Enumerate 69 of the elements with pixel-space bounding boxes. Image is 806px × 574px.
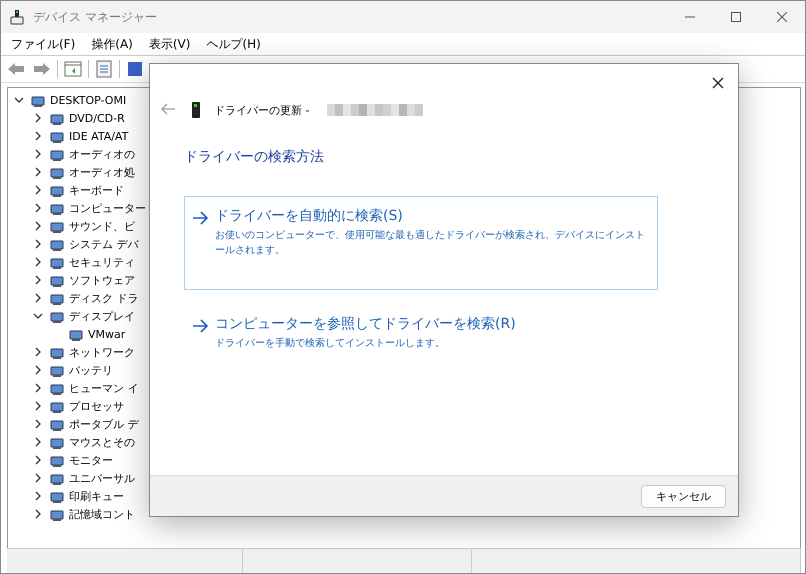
app-icon (9, 9, 25, 25)
tree-item[interactable]: ディスプレイ (69, 308, 135, 324)
tree-item[interactable]: 記憶域コント (69, 506, 135, 522)
option-description: ドライバーを手動で検索してインストールします。 (215, 337, 446, 351)
device-icon (50, 420, 64, 431)
tree-item[interactable]: マウスとその (69, 434, 135, 450)
tree-item[interactable]: ディスク ドラ (69, 290, 138, 306)
device-icon (50, 312, 64, 323)
tree-item[interactable]: モニター (69, 452, 113, 468)
tree-item[interactable]: VMwar (88, 328, 126, 340)
device-icon (50, 474, 64, 485)
menu-item[interactable]: ヘルプ(H) (200, 34, 267, 54)
device-icon (50, 114, 64, 125)
device-icon (50, 438, 64, 449)
tree-item[interactable]: DVD/CD-R (69, 112, 125, 124)
search-option[interactable]: コンピューターを参照してドライバーを検索(R) ドライバーを手動で検索してインストールします。 (184, 304, 658, 360)
tree-item[interactable]: プロセッサ (69, 398, 124, 414)
option-description: お使いのコンピューターで、使用可能な最も適したドライバーが検索され、デバイスにインストールされます。 (215, 229, 646, 258)
device-icon (50, 258, 64, 269)
tree-item[interactable]: ネットワーク (69, 344, 135, 360)
arrow-icon (191, 317, 209, 335)
tree-item[interactable]: システム デバ (69, 236, 138, 252)
tree-item[interactable]: ポータブル デ (69, 416, 138, 432)
device-icon (32, 96, 44, 107)
menu-item[interactable]: 表示(V) (142, 34, 196, 54)
device-icon (50, 186, 64, 197)
tree-item[interactable]: オーディオの (69, 146, 135, 162)
device-icon (50, 492, 64, 503)
tree-item[interactable]: ヒューマン イ (69, 380, 138, 396)
device-icon (70, 330, 82, 341)
device-icon (50, 348, 64, 359)
tree-item[interactable]: サウンド、ビ (69, 218, 135, 234)
tree-item[interactable]: キーボード (69, 182, 124, 198)
search-option[interactable]: ドライバーを自動的に検索(S) お使いのコンピューターで、使用可能な最も適したドライバーが検索され、デバイスにインストールされます。 (184, 196, 658, 290)
tree-item[interactable]: DESKTOP-OMI (50, 94, 126, 106)
device-icon (50, 294, 64, 305)
device-icon (50, 132, 64, 143)
tree-item[interactable]: オーディオ処 (69, 164, 135, 180)
dialog-title: ドライバーの更新 - (214, 102, 310, 118)
dialog-heading: ドライバーの検索方法 (184, 148, 325, 166)
device-icon (50, 366, 64, 377)
cancel-button[interactable]: キャンセル (641, 484, 726, 508)
tree-item[interactable]: セキュリティ (69, 254, 135, 270)
tree-item[interactable]: コンピューター (69, 200, 146, 216)
device-icon (50, 456, 64, 467)
option-title: コンピューターを参照してドライバーを検索(R) (215, 315, 516, 333)
window-title: デバイス マネージャー (33, 8, 157, 26)
device-icon (50, 222, 64, 233)
arrow-icon (191, 209, 209, 227)
tree-item[interactable]: バッテリ (69, 362, 113, 378)
option-title: ドライバーを自動的に検索(S) (215, 207, 404, 225)
maximize-icon (731, 12, 741, 22)
close-icon (777, 12, 787, 22)
device-icon (50, 204, 64, 215)
menu-item[interactable]: 操作(A) (85, 34, 139, 54)
device-icon (50, 168, 64, 179)
device-icon (50, 240, 64, 251)
device-icon (50, 384, 64, 395)
device-icon (50, 402, 64, 413)
device-icon (50, 150, 64, 161)
tree-item[interactable]: ソフトウェア (69, 272, 135, 288)
tree-item[interactable]: ユニバーサル (69, 470, 135, 486)
tree-item[interactable]: IDE ATA/AT (69, 130, 128, 142)
tree-item[interactable]: 印刷キュー (69, 488, 124, 504)
close-icon (712, 77, 724, 89)
menu-item[interactable]: ファイル(F) (5, 34, 82, 54)
device-icon (50, 510, 64, 521)
device-icon (50, 276, 64, 287)
device-icon (192, 102, 200, 118)
